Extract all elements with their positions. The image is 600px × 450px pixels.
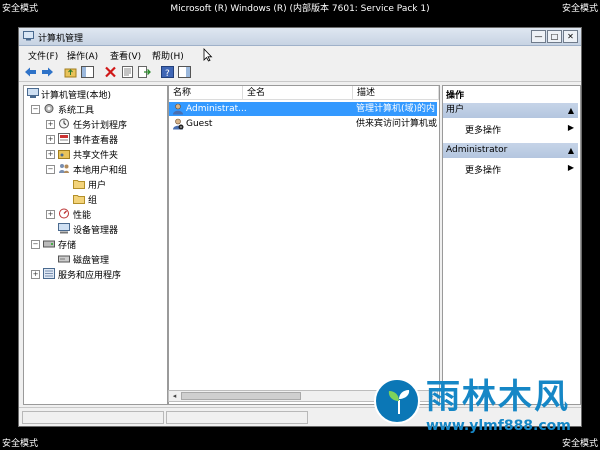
restore-button[interactable]: □	[547, 30, 562, 43]
user-description: 供来宾访问计算机或	[356, 119, 437, 129]
leaf-logo-icon	[388, 390, 410, 414]
column-header-description[interactable]: 描述	[353, 86, 439, 100]
expand-toggle[interactable]: +	[46, 150, 55, 159]
actions-section-administrator[interactable]: Administrator ▲	[443, 143, 578, 158]
console-tree: 计算机管理(本地) − 系统工具 + 任务计划程序 + 事件查看器 + 共享文件…	[23, 85, 168, 405]
disabled-user-icon	[173, 118, 184, 130]
up-folder-icon[interactable]	[64, 66, 77, 78]
menu-bar: 文件(F) 操作(A) 查看(V) 帮助(H)	[19, 46, 581, 62]
watermark-logo	[374, 378, 420, 424]
computer-icon	[27, 88, 39, 98]
shared-folder-icon	[58, 150, 70, 159]
help-icon[interactable]: ?	[161, 66, 174, 78]
folder-icon	[73, 195, 85, 204]
more-actions-link[interactable]: 更多操作	[465, 123, 501, 136]
os-version-banner: Microsoft (R) Windows (R) (内部版本 7601: Se…	[170, 4, 430, 14]
user-list: 名称 全名 描述 Administrat... 管理计算机(域)的内 Guest…	[168, 85, 440, 405]
window-title: 计算机管理	[38, 34, 84, 44]
delete-icon[interactable]	[104, 66, 117, 78]
collapse-toggle[interactable]: −	[31, 105, 40, 114]
properties-icon[interactable]	[121, 66, 134, 78]
safe-mode-label-top-right: 安全模式	[561, 4, 598, 14]
submenu-arrow-icon: ▶	[567, 163, 574, 172]
user-icon	[173, 103, 183, 115]
title-bar[interactable]: 计算机管理 — □ ✕	[19, 28, 581, 46]
more-actions-link[interactable]: 更多操作	[465, 163, 501, 176]
expand-toggle[interactable]: +	[46, 135, 55, 144]
watermark: 雨林木风 www.ylmf888.com	[374, 376, 594, 446]
back-icon[interactable]	[24, 66, 37, 78]
user-name: Guest	[186, 119, 213, 129]
expand-toggle[interactable]: +	[31, 270, 40, 279]
section-label: 用户	[446, 105, 465, 115]
close-button[interactable]: ✕	[563, 30, 578, 43]
expand-toggle[interactable]: +	[46, 120, 55, 129]
clock-icon	[59, 118, 69, 129]
users-icon	[59, 164, 69, 173]
menu-view[interactable]: 查看(V)	[110, 49, 141, 62]
show-hide-console-tree-icon[interactable]	[81, 66, 94, 78]
export-list-icon[interactable]	[138, 66, 151, 78]
computer-management-window: 计算机管理 — □ ✕ 文件(F) 操作(A) 查看(V) 帮助(H) ? 计算…	[18, 27, 582, 427]
performance-icon	[59, 208, 69, 219]
submenu-arrow-icon: ▶	[567, 123, 574, 132]
toolbar: ?	[19, 63, 581, 82]
forward-icon[interactable]	[41, 66, 54, 78]
folder-icon	[73, 180, 85, 189]
device-manager-icon	[58, 223, 70, 234]
menu-action[interactable]: 操作(A)	[67, 49, 98, 62]
minimize-button[interactable]: —	[531, 30, 546, 43]
column-header-full-name[interactable]: 全名	[243, 86, 353, 100]
event-viewer-icon	[58, 133, 70, 144]
user-row-guest[interactable]: Guest 供来宾访问计算机或	[169, 117, 437, 131]
collapse-toggle[interactable]: −	[31, 240, 40, 249]
status-cell	[166, 411, 308, 424]
system-tools-icon	[44, 104, 54, 113]
section-label: Administrator	[446, 145, 508, 155]
watermark-url: www.ylmf888.com	[426, 418, 571, 434]
user-description: 管理计算机(域)的内	[356, 104, 436, 114]
computer-management-icon	[23, 31, 34, 41]
watermark-text: 雨林木风	[426, 377, 570, 417]
actions-title: 操作	[446, 91, 465, 101]
mouse-cursor-icon	[203, 48, 213, 62]
show-hide-action-pane-icon[interactable]	[178, 66, 191, 78]
collapse-caret-icon[interactable]: ▲	[568, 103, 574, 118]
svg-text:?: ?	[165, 69, 170, 78]
actions-section-users[interactable]: 用户 ▲	[443, 103, 578, 118]
collapse-caret-icon[interactable]: ▲	[568, 143, 574, 158]
disk-icon	[58, 255, 70, 263]
actions-pane: 操作 用户 ▲ 更多操作 ▶ Administrator ▲ 更多操作 ▶	[442, 85, 581, 405]
user-row-administrator[interactable]: Administrat... 管理计算机(域)的内	[169, 102, 437, 116]
user-name: Administrat...	[186, 104, 247, 114]
scroll-left-icon[interactable]: ◂	[170, 392, 179, 401]
services-icon	[43, 268, 55, 279]
column-header-name[interactable]: 名称	[169, 86, 243, 100]
status-cell	[22, 411, 164, 424]
collapse-toggle[interactable]: −	[46, 165, 55, 174]
storage-icon	[43, 240, 55, 248]
menu-help[interactable]: 帮助(H)	[152, 49, 184, 62]
expand-toggle[interactable]: +	[46, 210, 55, 219]
menu-file[interactable]: 文件(F)	[28, 49, 58, 62]
safe-mode-label-bottom-left: 安全模式	[2, 439, 39, 449]
scroll-thumb[interactable]	[181, 392, 301, 400]
